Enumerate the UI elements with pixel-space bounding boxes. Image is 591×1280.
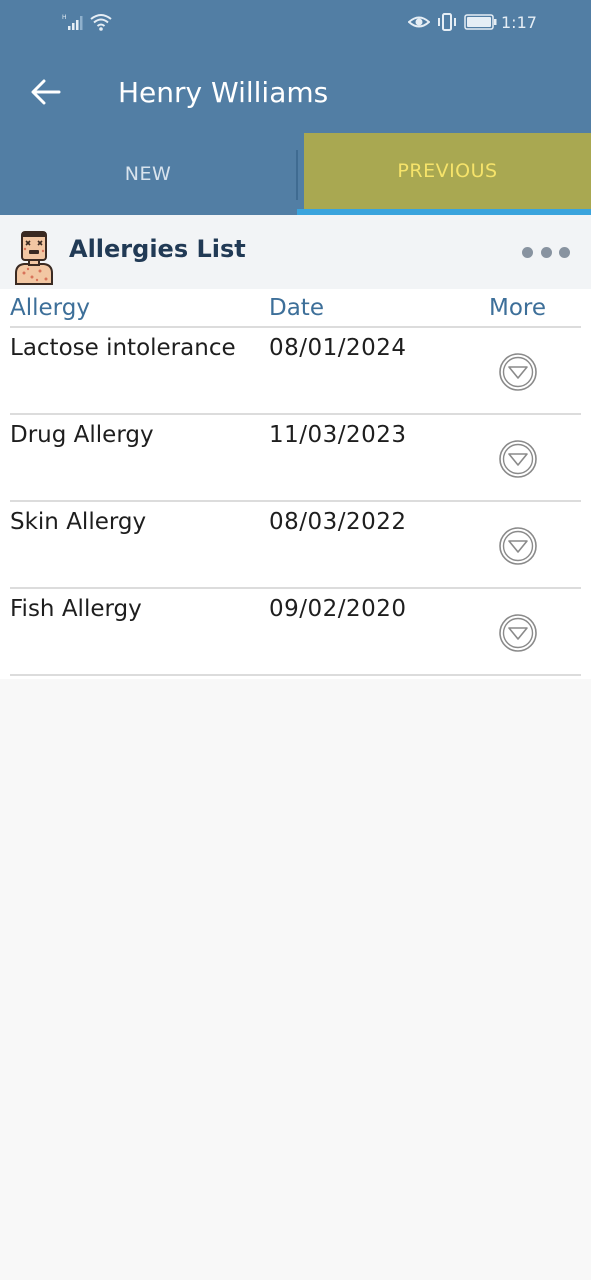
- divider: [10, 674, 581, 676]
- allergies-section-header: Allergies List: [0, 215, 591, 289]
- column-header-more: More: [489, 295, 547, 321]
- table-row: Fish Allergy 09/02/2020: [0, 590, 591, 677]
- app-bar: H 1:17 Henry Williams NEW PREVIOUS: [0, 0, 591, 215]
- allergy-person-icon: [15, 231, 53, 285]
- eye-icon: [408, 16, 430, 28]
- tab-previous-label: PREVIOUS: [397, 160, 498, 182]
- table-row: Lactose intolerance 08/01/2024: [0, 329, 591, 416]
- page-title: Henry Williams: [118, 76, 329, 109]
- tab-previous[interactable]: PREVIOUS: [304, 133, 591, 209]
- allergy-name: Skin Allergy: [10, 509, 147, 535]
- column-header-date: Date: [269, 295, 324, 321]
- allergy-date: 09/02/2020: [269, 596, 407, 622]
- signal-icon: H: [62, 14, 83, 30]
- allergy-name: Fish Allergy: [10, 596, 142, 622]
- battery-icon: [464, 14, 497, 30]
- allergy-date: 08/03/2022: [269, 509, 407, 535]
- wifi-icon: [90, 14, 112, 31]
- tab-new[interactable]: NEW: [0, 133, 296, 215]
- allergy-name: Drug Allergy: [10, 422, 154, 448]
- section-title: Allergies List: [69, 235, 246, 263]
- allergy-date: 08/01/2024: [269, 335, 407, 361]
- back-button[interactable]: [22, 70, 70, 114]
- column-header-allergy: Allergy: [10, 295, 90, 321]
- allergy-name: Lactose intolerance: [10, 335, 236, 361]
- vibrate-icon: [438, 13, 456, 31]
- expand-down-icon[interactable]: [498, 439, 538, 479]
- divider: [10, 413, 581, 415]
- expand-down-icon[interactable]: [498, 526, 538, 566]
- allergies-table: Allergy Date More Lactose intolerance 08…: [0, 289, 591, 679]
- tab-divider: [296, 150, 298, 200]
- table-row: Drug Allergy 11/03/2023: [0, 416, 591, 503]
- status-bar: H 1:17: [0, 0, 591, 46]
- divider: [10, 587, 581, 589]
- table-row: Skin Allergy 08/03/2022: [0, 503, 591, 590]
- divider: [10, 326, 581, 328]
- expand-down-icon[interactable]: [498, 613, 538, 653]
- allergy-date: 11/03/2023: [269, 422, 407, 448]
- expand-down-icon[interactable]: [498, 352, 538, 392]
- svg-text:H: H: [62, 14, 67, 21]
- arrow-left-icon: [31, 79, 61, 105]
- more-options-button[interactable]: [522, 241, 570, 263]
- more-horizontal-icon: [522, 246, 533, 258]
- status-time: 1:17: [501, 13, 537, 32]
- tab-new-label: NEW: [124, 163, 172, 185]
- divider: [10, 500, 581, 502]
